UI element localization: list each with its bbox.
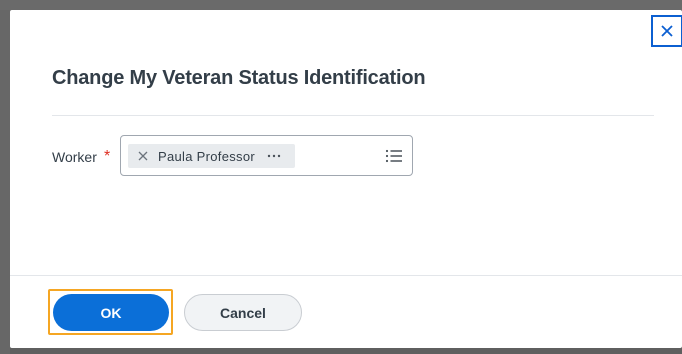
list-icon bbox=[385, 149, 402, 163]
worker-label: Worker bbox=[52, 149, 97, 165]
selected-worker-pill[interactable]: Paula Professor bbox=[128, 144, 295, 168]
close-icon bbox=[661, 25, 673, 37]
cancel-button[interactable]: Cancel bbox=[184, 294, 302, 331]
modal-dialog: Change My Veteran Status Identification … bbox=[10, 10, 682, 348]
required-indicator: * bbox=[104, 148, 111, 165]
ellipsis-icon bbox=[267, 154, 281, 158]
pill-remove-button[interactable] bbox=[132, 144, 154, 168]
pill-more-button[interactable] bbox=[267, 154, 281, 158]
ok-button[interactable]: OK bbox=[53, 294, 169, 331]
worker-prompt-field[interactable]: Paula Professor bbox=[120, 135, 413, 176]
prompt-list-button[interactable] bbox=[384, 146, 404, 166]
close-icon bbox=[138, 151, 148, 161]
background-page bbox=[0, 0, 682, 10]
title-divider bbox=[52, 115, 654, 116]
background-page-edge bbox=[0, 10, 10, 354]
selected-worker-name: Paula Professor bbox=[158, 148, 255, 164]
close-button[interactable] bbox=[651, 15, 682, 47]
footer-divider bbox=[10, 275, 682, 276]
dialog-title: Change My Veteran Status Identification bbox=[52, 67, 426, 89]
